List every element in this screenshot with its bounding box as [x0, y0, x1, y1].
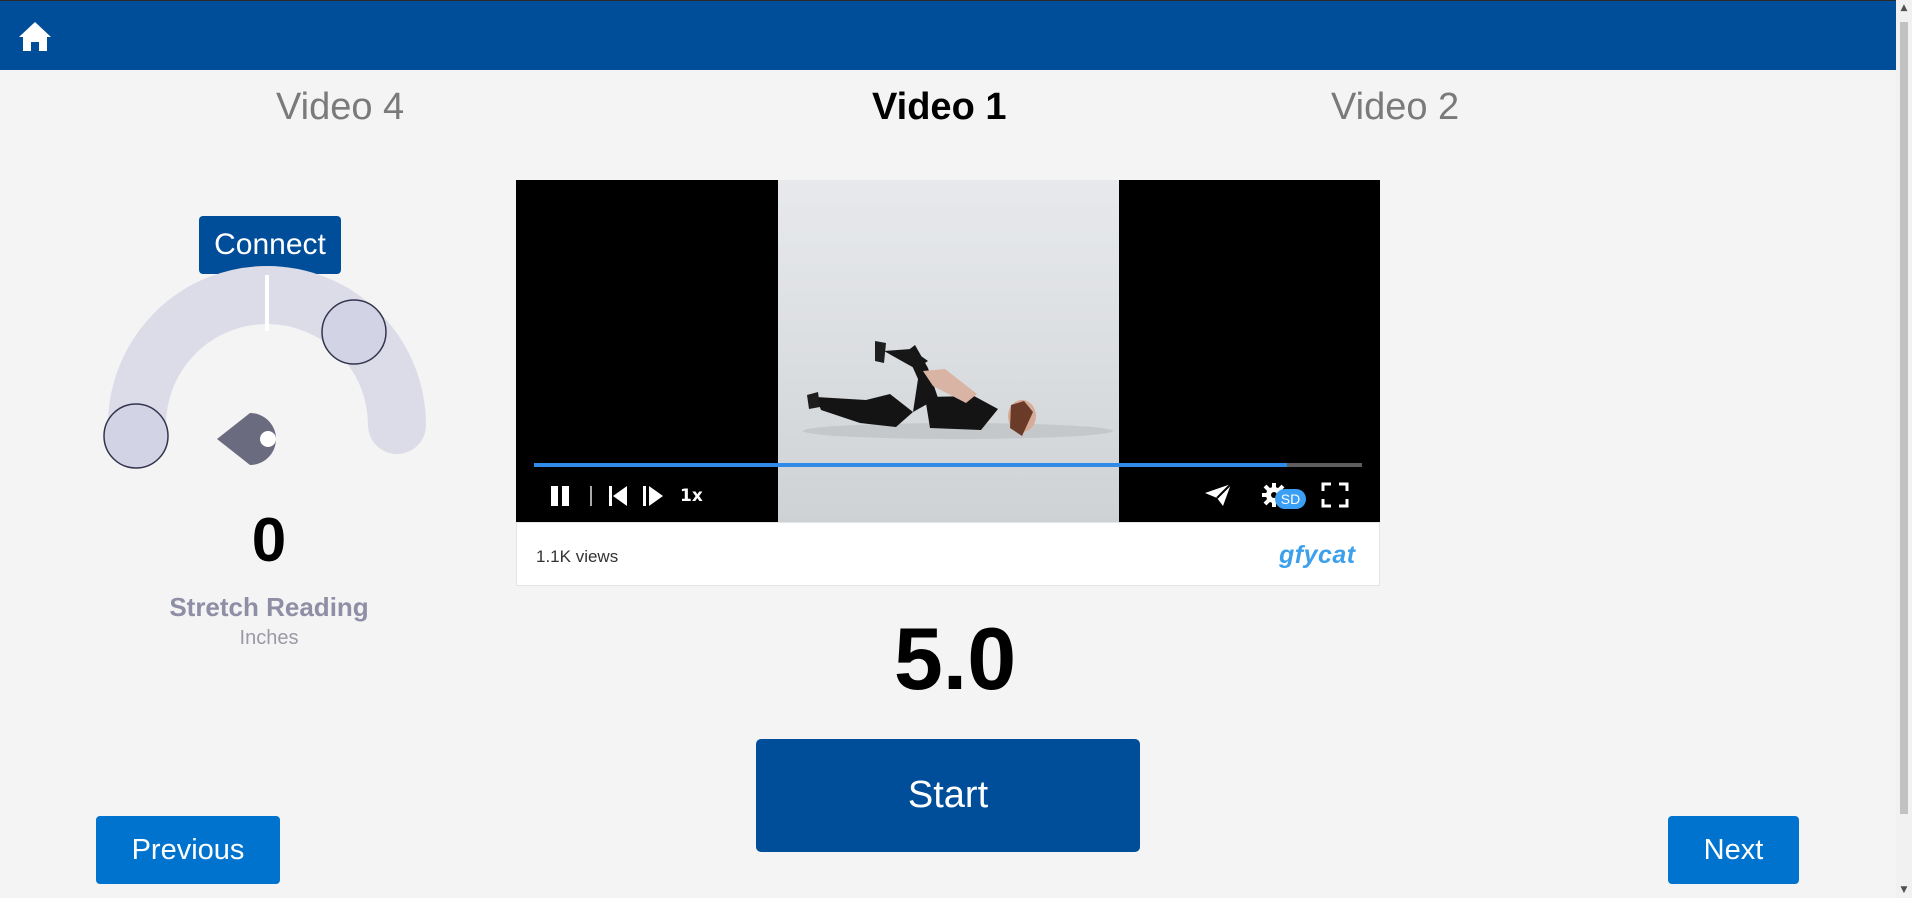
- video-player[interactable]: 1x SD: [516, 180, 1380, 522]
- top-nav-bar: [0, 0, 1896, 70]
- control-divider: [590, 486, 592, 506]
- gauge-midline: [265, 275, 269, 331]
- vertical-scrollbar[interactable]: ▲ ▼: [1896, 0, 1912, 898]
- exercise-figure: [803, 341, 1113, 439]
- tab-previous-video[interactable]: Video 4: [276, 86, 404, 129]
- gauge-min-knob[interactable]: [103, 403, 169, 469]
- video-info-bar: 1.1K views gfycat: [516, 522, 1380, 586]
- tab-current-video: Video 1: [872, 86, 1007, 128]
- step-back-icon[interactable]: [607, 484, 631, 508]
- gauge-pointer-center: [260, 431, 276, 447]
- home-icon[interactable]: [17, 20, 53, 53]
- stretch-gauge: [103, 266, 426, 469]
- countdown-timer: 5.0: [893, 609, 1017, 708]
- video-progress-fill: [534, 463, 1288, 467]
- scrollbar-thumb[interactable]: [1900, 22, 1908, 814]
- playback-speed-button[interactable]: 1x: [680, 486, 703, 506]
- quality-badge[interactable]: SD: [1275, 489, 1306, 509]
- gfycat-logo[interactable]: gfycat: [1279, 541, 1356, 570]
- views-count: 1.1K views: [536, 547, 619, 566]
- pause-icon[interactable]: [549, 484, 573, 508]
- stretch-reading-value: 0: [251, 506, 287, 575]
- tab-next-video[interactable]: Video 2: [1331, 86, 1459, 129]
- gauge-max-knob[interactable]: [321, 299, 387, 365]
- scroll-up-arrow-icon[interactable]: ▲: [1896, 0, 1912, 16]
- previous-button[interactable]: Previous: [96, 816, 280, 884]
- video-frame-image[interactable]: [778, 180, 1119, 522]
- next-button[interactable]: Next: [1668, 816, 1799, 884]
- scroll-down-arrow-icon[interactable]: ▼: [1896, 882, 1912, 898]
- stretch-reading-label: Stretch Reading: [169, 592, 369, 622]
- share-icon[interactable]: [1203, 482, 1233, 508]
- fullscreen-icon[interactable]: [1321, 482, 1349, 508]
- start-button[interactable]: Start: [756, 739, 1140, 852]
- stretch-reading-unit: Inches: [239, 627, 299, 649]
- step-forward-icon[interactable]: [641, 484, 665, 508]
- video-progress-bar[interactable]: [534, 463, 1362, 467]
